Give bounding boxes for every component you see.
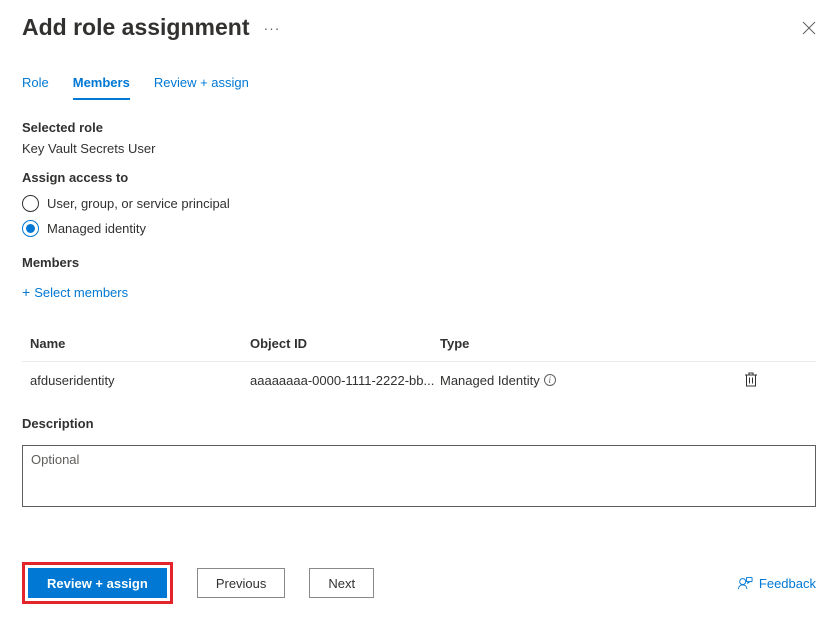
plus-icon: + (22, 284, 30, 300)
assign-access-radio-group: User, group, or service principal Manage… (22, 191, 816, 241)
radio-icon (22, 195, 39, 212)
col-header-objectid: Object ID (250, 336, 440, 351)
members-table: Name Object ID Type afduseridentity aaaa… (22, 326, 816, 398)
next-button[interactable]: Next (309, 568, 374, 598)
table-row: afduseridentity aaaaaaaa-0000-1111-2222-… (22, 362, 816, 398)
member-object-id: aaaaaaaa-0000-1111-2222-bb... (250, 373, 440, 388)
close-icon[interactable] (802, 21, 816, 35)
highlight-box: Review + assign (22, 562, 173, 604)
member-type: Managed Identity (440, 373, 540, 388)
review-assign-button[interactable]: Review + assign (28, 568, 167, 598)
info-icon[interactable]: i (544, 374, 556, 386)
delete-icon[interactable] (744, 372, 758, 388)
tab-role[interactable]: Role (22, 75, 49, 100)
more-actions-icon[interactable]: ··· (263, 20, 280, 36)
radio-icon (22, 220, 39, 237)
tab-bar: Role Members Review + assign (0, 49, 838, 100)
description-label: Description (22, 416, 816, 431)
member-name: afduseridentity (30, 373, 250, 388)
radio-label: User, group, or service principal (47, 196, 230, 211)
previous-button[interactable]: Previous (197, 568, 286, 598)
footer-bar: Review + assign Previous Next Feedback (0, 562, 838, 604)
feedback-icon (738, 576, 753, 591)
col-header-name: Name (30, 336, 250, 351)
page-header: Add role assignment ··· (0, 0, 838, 49)
page-title: Add role assignment (22, 14, 249, 41)
radio-label: Managed identity (47, 221, 146, 236)
select-members-link[interactable]: + Select members (22, 284, 128, 300)
tab-members[interactable]: Members (73, 75, 130, 100)
feedback-label: Feedback (759, 576, 816, 591)
col-header-type: Type (440, 336, 590, 351)
assign-access-label: Assign access to (22, 170, 816, 185)
members-label: Members (22, 255, 816, 270)
feedback-link[interactable]: Feedback (738, 576, 816, 591)
main-content: Selected role Key Vault Secrets User Ass… (0, 100, 838, 510)
radio-user-group[interactable]: User, group, or service principal (22, 191, 816, 216)
selected-role-value: Key Vault Secrets User (22, 141, 816, 156)
select-members-label: Select members (34, 285, 128, 300)
table-header: Name Object ID Type (22, 326, 816, 362)
tab-review[interactable]: Review + assign (154, 75, 249, 100)
radio-managed-identity[interactable]: Managed identity (22, 216, 816, 241)
description-input[interactable] (22, 445, 816, 507)
selected-role-label: Selected role (22, 120, 816, 135)
